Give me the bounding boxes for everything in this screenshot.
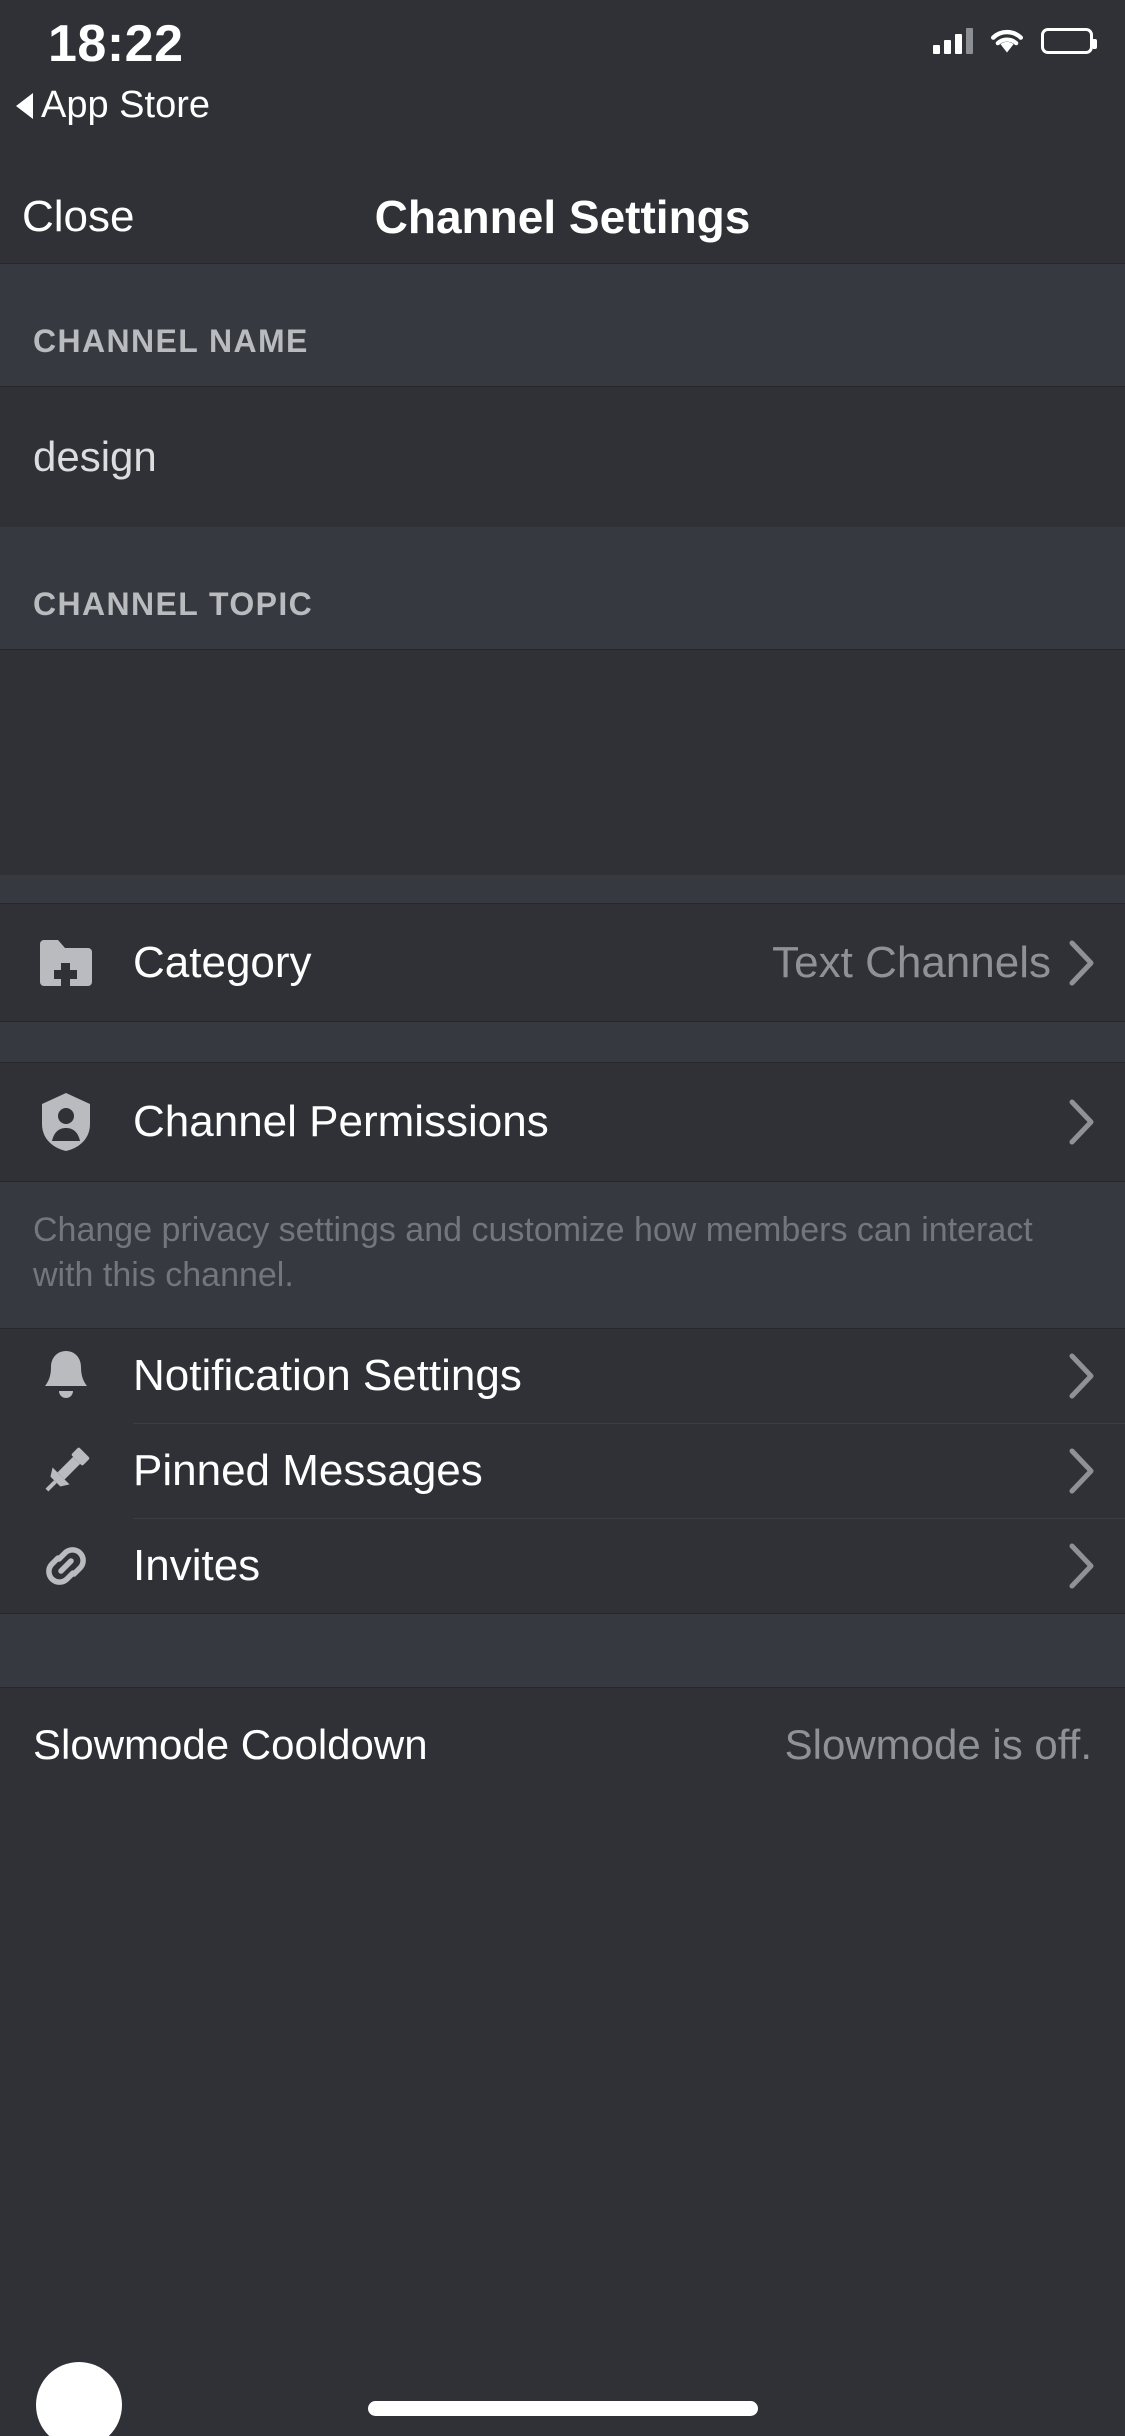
discord-channel-settings-screen: 18:22 App Store Close Channel Settings C…: [0, 0, 1125, 2436]
status-bar-clock: 18:22: [48, 15, 184, 73]
chevron-right-icon: [1069, 1099, 1095, 1145]
section-spacer: [0, 1022, 1125, 1062]
status-bar: 18:22 App Store: [0, 0, 1125, 170]
channel-permissions-row[interactable]: Channel Permissions: [0, 1063, 1125, 1181]
status-bar-indicators: [933, 28, 1097, 54]
invites-row[interactable]: Invites: [0, 1519, 1125, 1614]
slowmode-cooldown-row[interactable]: Slowmode Cooldown Slowmode is off.: [0, 1688, 1125, 1803]
navigation-bar: Close Channel Settings: [0, 170, 1125, 263]
channel-name-input[interactable]: design: [0, 387, 1125, 527]
home-indicator: [367, 2401, 758, 2416]
pinned-messages-label: Pinned Messages: [133, 1446, 483, 1496]
channel-permissions-label: Channel Permissions: [133, 1097, 549, 1146]
section-spacer: [0, 875, 1125, 903]
wifi-icon: [990, 28, 1024, 54]
back-triangle-icon: [16, 92, 33, 119]
pinned-messages-row[interactable]: Pinned Messages: [0, 1424, 1125, 1519]
page-title: Channel Settings: [374, 191, 751, 243]
invites-label: Invites: [133, 1541, 261, 1591]
signal-bars-icon: [933, 28, 973, 54]
link-icon: [33, 1533, 99, 1599]
channel-topic-section-header: CHANNEL TOPIC: [0, 527, 1125, 649]
channel-name-section-header: CHANNEL NAME: [0, 264, 1125, 386]
channel-topic-input[interactable]: [0, 650, 1125, 875]
chevron-right-icon: [1069, 1448, 1095, 1494]
chevron-right-icon: [1069, 1353, 1095, 1399]
category-label: Category: [133, 937, 312, 987]
folder-plus-icon: [33, 930, 99, 996]
back-app-label: App Store: [41, 84, 210, 126]
slowmode-cooldown-label: Slowmode Cooldown: [33, 1721, 428, 1769]
category-value: Text Channels: [772, 937, 1051, 987]
shield-person-icon: [33, 1089, 99, 1155]
chevron-right-icon: [1069, 940, 1095, 986]
settings-list: CHANNEL NAME design CHANNEL TOPIC Catego…: [0, 263, 1125, 1803]
slowmode-cooldown-value: Slowmode is off.: [784, 1721, 1092, 1769]
channel-permissions-description: Change privacy settings and customize ho…: [0, 1182, 1125, 1329]
notification-settings-row[interactable]: Notification Settings: [0, 1329, 1125, 1424]
chevron-right-icon: [1069, 1543, 1095, 1589]
floating-avatar-circle[interactable]: [36, 2362, 122, 2436]
pushpin-icon: [33, 1438, 99, 1504]
category-row[interactable]: Category Text Channels: [0, 904, 1125, 1021]
return-to-app-store-link[interactable]: App Store: [16, 84, 210, 127]
bell-icon: [33, 1343, 99, 1409]
notification-settings-label: Notification Settings: [133, 1351, 522, 1401]
battery-icon: [1041, 28, 1097, 54]
section-spacer: [0, 1614, 1125, 1688]
